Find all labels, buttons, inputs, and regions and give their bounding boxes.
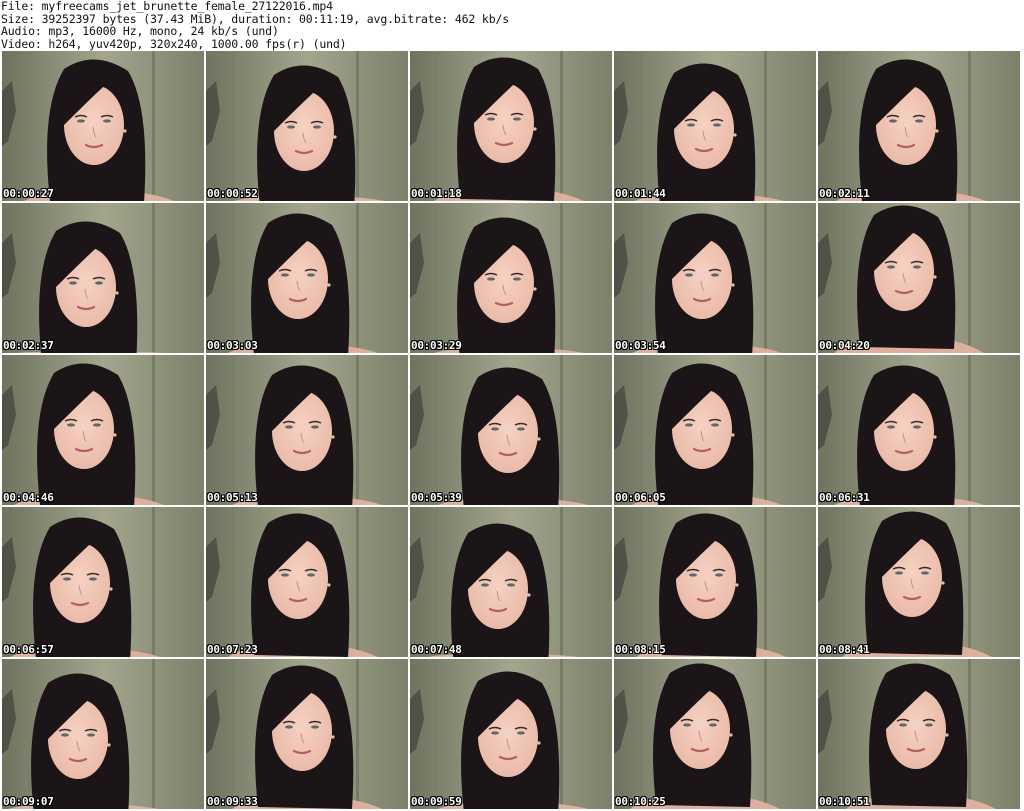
video-still-image <box>2 659 204 809</box>
thumbnail-frame: 00:04:46 <box>2 355 204 505</box>
thumbnail-frame: 00:00:52 <box>206 51 408 201</box>
info-header: File: myfreecams_jet_brunette_female_271… <box>1 0 1021 50</box>
timestamp-label: 00:02:11 <box>819 187 870 200</box>
video-still-image <box>206 51 408 201</box>
timestamp-label: 00:10:51 <box>819 795 870 808</box>
video-still-image <box>2 355 204 505</box>
video-still-image <box>2 203 204 353</box>
video-info-line: Video: h264, yuv420p, 320x240, 1000.00 f… <box>1 36 347 51</box>
timestamp-label: 00:03:54 <box>615 339 666 352</box>
thumbnail-frame: 00:03:03 <box>206 203 408 353</box>
thumbnail-frame: 00:04:20 <box>818 203 1020 353</box>
video-still-image <box>206 507 408 657</box>
video-still-image <box>410 355 612 505</box>
thumbnail-frame: 00:07:23 <box>206 507 408 657</box>
thumbnail-frame: 00:07:48 <box>410 507 612 657</box>
timestamp-label: 00:08:41 <box>819 643 870 656</box>
timestamp-label: 00:07:48 <box>411 643 462 656</box>
timestamp-label: 00:09:07 <box>3 795 54 808</box>
thumbnail-frame: 00:09:59 <box>410 659 612 809</box>
thumbnail-frame: 00:05:39 <box>410 355 612 505</box>
thumbnail-frame: 00:00:27 <box>2 51 204 201</box>
timestamp-label: 00:10:25 <box>615 795 666 808</box>
timestamp-label: 00:05:39 <box>411 491 462 504</box>
timestamp-label: 00:01:18 <box>411 187 462 200</box>
timestamp-label: 00:00:27 <box>3 187 54 200</box>
thumbnail-frame: 00:02:11 <box>818 51 1020 201</box>
thumbnail-frame: 00:09:07 <box>2 659 204 809</box>
thumbnail-frame: 00:01:44 <box>614 51 816 201</box>
timestamp-label: 00:04:46 <box>3 491 54 504</box>
timestamp-label: 00:02:37 <box>3 339 54 352</box>
thumbnail-frame: 00:06:31 <box>818 355 1020 505</box>
video-still-image <box>206 355 408 505</box>
video-still-image <box>206 659 408 809</box>
video-still-image <box>818 507 1020 657</box>
video-still-image <box>614 51 816 201</box>
timestamp-label: 00:09:59 <box>411 795 462 808</box>
thumbnail-frame: 00:09:33 <box>206 659 408 809</box>
timestamp-label: 00:01:44 <box>615 187 666 200</box>
timestamp-label: 00:07:23 <box>207 643 258 656</box>
video-still-image <box>614 203 816 353</box>
video-still-image <box>2 507 204 657</box>
thumbnail-frame: 00:03:29 <box>410 203 612 353</box>
video-still-image <box>818 659 1020 809</box>
timestamp-label: 00:03:03 <box>207 339 258 352</box>
video-still-image <box>2 51 204 201</box>
audio-info-line: Audio: mp3, 16000 Hz, mono, 24 kb/s (und… <box>1 24 279 38</box>
video-still-image <box>818 203 1020 353</box>
video-still-image <box>614 659 816 809</box>
thumbnail-frame: 00:10:25 <box>614 659 816 809</box>
video-still-image <box>818 355 1020 505</box>
timestamp-label: 00:03:29 <box>411 339 462 352</box>
timestamp-label: 00:05:13 <box>207 491 258 504</box>
video-still-image <box>410 659 612 809</box>
video-still-image <box>818 51 1020 201</box>
timestamp-label: 00:09:33 <box>207 795 258 808</box>
video-still-image <box>614 507 816 657</box>
video-still-image <box>410 507 612 657</box>
timestamp-label: 00:04:20 <box>819 339 870 352</box>
thumbnail-frame: 00:03:54 <box>614 203 816 353</box>
timestamp-label: 00:06:57 <box>3 643 54 656</box>
thumbnail-frame: 00:02:37 <box>2 203 204 353</box>
timestamp-label: 00:08:15 <box>615 643 666 656</box>
thumbnail-frame: 00:06:57 <box>2 507 204 657</box>
thumbnail-grid: 00:00:27 00:00:52 00:01:18 00:01:44 00:0… <box>2 51 1022 811</box>
file-name-line: File: myfreecams_jet_brunette_female_271… <box>1 0 333 13</box>
timestamp-label: 00:06:05 <box>615 491 666 504</box>
timestamp-label: 00:00:52 <box>207 187 258 200</box>
thumbnail-frame: 00:08:15 <box>614 507 816 657</box>
thumbnail-frame: 00:05:13 <box>206 355 408 505</box>
video-still-image <box>410 203 612 353</box>
thumbnail-frame: 00:08:41 <box>818 507 1020 657</box>
thumbnail-frame: 00:01:18 <box>410 51 612 201</box>
video-still-image <box>410 51 612 201</box>
video-still-image <box>614 355 816 505</box>
video-still-image <box>206 203 408 353</box>
thumbnail-frame: 00:10:51 <box>818 659 1020 809</box>
timestamp-label: 00:06:31 <box>819 491 870 504</box>
thumbnail-frame: 00:06:05 <box>614 355 816 505</box>
